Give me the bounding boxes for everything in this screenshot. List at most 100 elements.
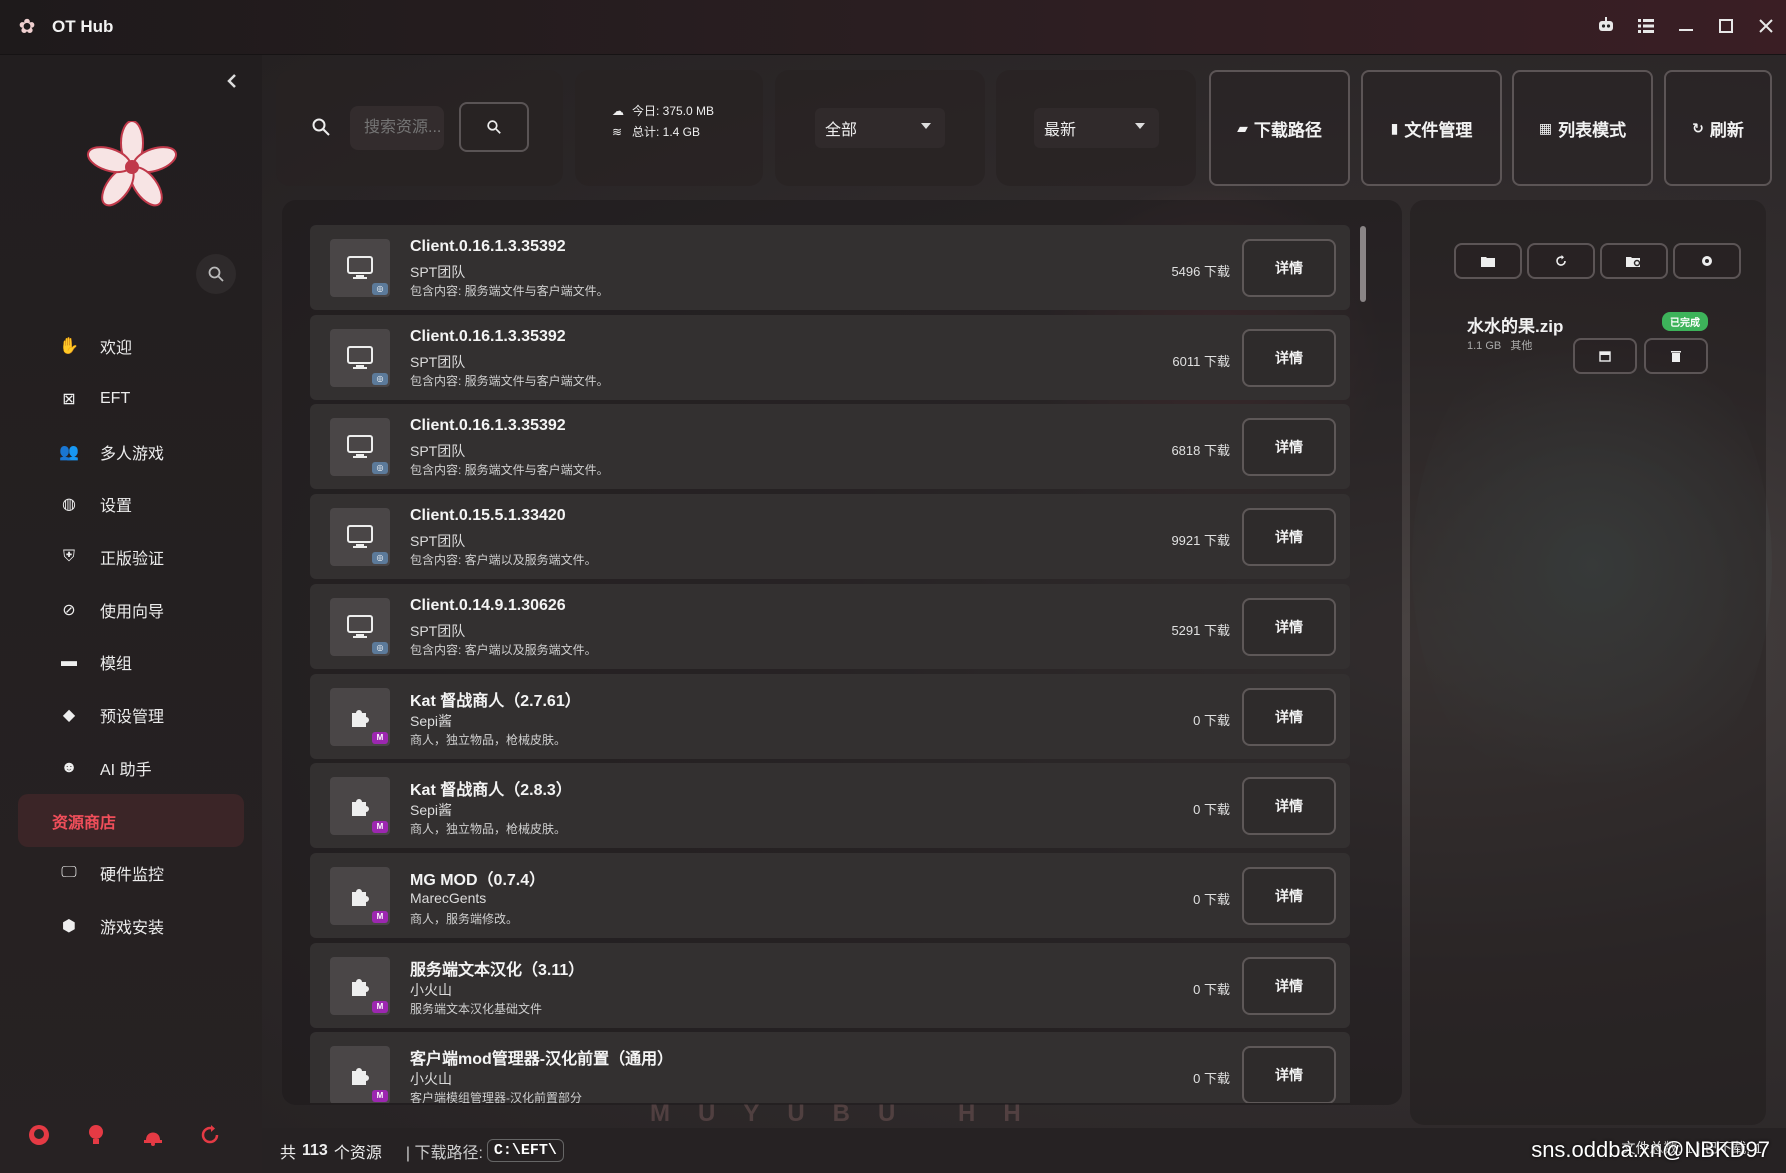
resource-desc: 商人，独立物品，枪械皮肤。 — [410, 733, 567, 747]
resource-author: SPT团队 — [410, 354, 466, 370]
file-manage-button[interactable]: ▮ 文件管理 — [1361, 70, 1502, 186]
mod-badge-icon: M — [372, 732, 388, 744]
maximize-icon[interactable] — [1706, 17, 1746, 38]
robot-icon[interactable] — [1586, 17, 1626, 38]
download-file-category: 其他 — [1510, 340, 1533, 352]
folder-icon: ▰ — [1237, 119, 1248, 136]
window-controls — [1586, 0, 1786, 55]
sidebar-item-ai[interactable]: ☻ AI 助手 — [18, 742, 244, 795]
watermark: sns.oddba.xn@NBKD97 — [1531, 1137, 1770, 1162]
refresh-icon: ↻ — [1692, 119, 1704, 136]
detail-button[interactable]: 详情 — [1242, 598, 1336, 656]
delete-button[interactable] — [1644, 338, 1708, 374]
resource-row: M 客户端mod管理器-汉化前置（通用） 小火山 客户端模组管理器-汉化前置部分 0 下… — [310, 1032, 1350, 1103]
folder-search-button[interactable] — [1600, 243, 1668, 279]
download-file-size: 1.1 GB — [1467, 340, 1502, 352]
resource-downloads: 6011 下载 — [1172, 354, 1230, 369]
sidebar-item-welcome[interactable]: ✋ 欢迎 — [18, 320, 244, 373]
detail-button[interactable]: 详情 — [1242, 239, 1336, 297]
list-icon[interactable] — [1626, 17, 1666, 38]
category-filter-select[interactable]: 全部 — [815, 108, 945, 148]
stats-today: 今日: 375.0 MB — [632, 104, 715, 118]
box-icon: ⬢ — [62, 917, 76, 935]
sidebar-item-hardware[interactable]: 🖵 硬件监控 — [18, 847, 244, 900]
extract-button[interactable] — [1573, 338, 1637, 374]
detail-button[interactable]: 详情 — [1242, 418, 1336, 476]
refresh-label: 刷新 — [1709, 120, 1744, 140]
resource-author: SPT团队 — [410, 264, 466, 280]
sidebar-item-guide[interactable]: ⊘ 使用向导 — [18, 583, 244, 636]
lightbulb-icon[interactable] — [85, 1124, 107, 1146]
download-file-name: 水水的果.zip — [1467, 317, 1564, 336]
settings-button[interactable] — [1673, 243, 1741, 279]
sidebar-item-label: AI 助手 — [100, 761, 152, 779]
sidebar-item-multiplayer[interactable]: 👥 多人游戏 — [18, 425, 244, 478]
detail-button[interactable]: 详情 — [1242, 867, 1336, 925]
list-scrollbar[interactable] — [1360, 226, 1366, 302]
sidebar: ✋ 欢迎 ⊠ EFT 👥 多人游戏 ◍ 设置 ⛨ 正版验证 ⊘ 使用向导 ▬ 模组 ◆ 预设管理… — [0, 55, 262, 1173]
resource-downloads: 0 下载 — [1193, 1071, 1230, 1086]
detail-button[interactable]: 详情 — [1242, 508, 1336, 566]
flower-logo-icon — [86, 120, 178, 213]
bell-icon[interactable] — [142, 1124, 164, 1146]
sidebar-item-label: 预设管理 — [100, 709, 165, 727]
sort-select[interactable]: 最新 — [1034, 108, 1159, 148]
sidebar-item-settings[interactable]: ◍ 设置 — [18, 478, 244, 531]
resource-author: SPT团队 — [410, 443, 466, 459]
resource-downloads: 5291 下载 — [1171, 623, 1230, 638]
resource-downloads: 0 下载 — [1193, 802, 1230, 817]
search-input[interactable] — [350, 106, 444, 150]
sidebar-item-store[interactable]: 资源商店 — [18, 794, 244, 847]
detail-button[interactable]: 详情 — [1242, 957, 1336, 1015]
close-icon[interactable] — [1746, 17, 1786, 38]
sidebar-item-license[interactable]: ⛨ 正版验证 — [18, 531, 244, 584]
sort-value: 最新 — [1044, 122, 1077, 139]
stats-total: 总计: 1.4 GB — [632, 125, 701, 139]
tag-icon: ◆ — [62, 707, 76, 725]
sidebar-item-label: 多人游戏 — [100, 445, 165, 463]
grid-icon: ▦ — [1538, 119, 1553, 136]
sidebar-item-eft[interactable]: ⊠ EFT — [18, 373, 244, 426]
resource-desc: 客户端模组管理器-汉化前置部分 — [410, 1091, 582, 1103]
resource-author: MarecGents — [410, 890, 487, 906]
collapse-sidebar-icon[interactable] — [220, 69, 244, 95]
resource-row: M MG MOD（0.7.4） MarecGents 商人，服务端修改。 0 下载 详情 — [310, 853, 1350, 938]
download-stats: ☁ 今日: 375.0 MB ≋ 总计: 1.4 GB — [612, 101, 714, 143]
category-filter-value: 全部 — [825, 122, 858, 139]
open-folder-button[interactable] — [1454, 243, 1522, 279]
resource-row: ◎ Client.0.14.9.1.30626 SPT团队 包含内容: 客户端以及服务… — [310, 584, 1350, 669]
search-button[interactable] — [459, 102, 529, 152]
resource-downloads: 0 下载 — [1193, 982, 1230, 997]
detail-button[interactable]: 详情 — [1242, 1046, 1336, 1103]
download-path-label: 下载路径 — [1253, 120, 1322, 140]
resource-name: MG MOD（0.7.4） — [410, 872, 546, 889]
detail-button[interactable]: 详情 — [1242, 329, 1336, 387]
minimize-icon[interactable] — [1666, 17, 1706, 38]
mod-badge-icon: M — [372, 821, 388, 833]
refresh-button[interactable]: ↻ 刷新 — [1664, 70, 1772, 186]
footer-path-value[interactable]: C:\EFT\ — [486, 1139, 564, 1162]
app-logo-icon: ✿ — [18, 16, 36, 38]
resource-desc: 商人，服务端修改。 — [410, 912, 519, 926]
github-icon[interactable] — [28, 1124, 50, 1146]
client-badge-icon: ◎ — [372, 462, 388, 474]
resource-desc: 商人，独立物品，枪械皮肤。 — [410, 822, 567, 836]
resource-author: Sepi酱 — [410, 713, 453, 729]
resource-author: 小火山 — [410, 1071, 452, 1087]
sidebar-search-icon[interactable] — [196, 254, 236, 294]
title-bar: ✿ OT Hub — [0, 0, 1786, 55]
sidebar-item-label: EFT — [100, 390, 131, 408]
resource-author: SPT团队 — [410, 623, 466, 639]
reload-downloads-button[interactable] — [1527, 243, 1595, 279]
sidebar-item-install[interactable]: ⬢ 游戏安装 — [18, 900, 244, 953]
monitor-icon: 🖵 — [61, 864, 77, 882]
list-mode-button[interactable]: ▦ 列表模式 — [1512, 70, 1653, 186]
sidebar-item-mods[interactable]: ▬ 模组 — [18, 636, 244, 689]
sidebar-item-presets[interactable]: ◆ 预设管理 — [18, 689, 244, 742]
download-path-button[interactable]: ▰ 下载路径 — [1209, 70, 1350, 186]
detail-button[interactable]: 详情 — [1242, 777, 1336, 835]
refresh-icon[interactable] — [199, 1124, 221, 1146]
resource-row: ◎ Client.0.16.1.3.35392 SPT团队 包含内容: 服务端文件与客… — [310, 315, 1350, 400]
database-icon: ≋ — [612, 125, 623, 139]
detail-button[interactable]: 详情 — [1242, 688, 1336, 746]
